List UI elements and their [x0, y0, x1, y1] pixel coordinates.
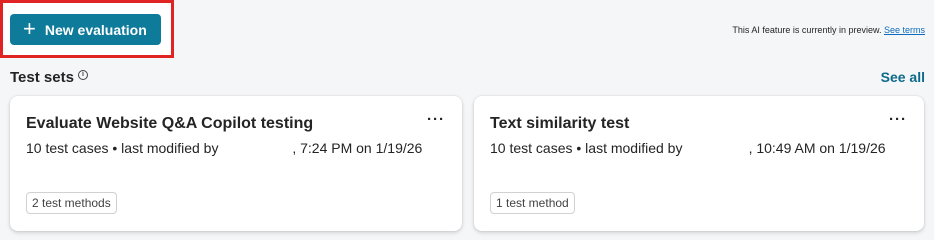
see-all-link[interactable]: See all [881, 69, 925, 85]
new-evaluation-label: New evaluation [44, 21, 147, 38]
preview-notice: This AI feature is currently in preview.… [732, 25, 925, 35]
info-icon[interactable]: i [77, 69, 88, 80]
card-subtitle: 10 test cases • last modified by , 10:49… [490, 140, 886, 156]
section-heading: Test sets i [10, 69, 88, 86]
test-methods-badge: 2 test methods [26, 192, 117, 214]
card-title: Text similarity test [490, 115, 630, 132]
card-title: Evaluate Website Q&A Copilot testing [26, 115, 314, 132]
card-subtitle: 10 test cases • last modified by , 7:24 … [26, 140, 423, 156]
see-terms-link[interactable]: See terms [884, 25, 925, 35]
plus-icon: + [23, 15, 36, 41]
more-options-icon[interactable]: ··· [427, 111, 445, 128]
test-set-card[interactable]: Text similarity test 10 test cases • las… [474, 96, 924, 231]
preview-text: This AI feature is currently in preview. [732, 25, 882, 35]
test-set-card[interactable]: Evaluate Website Q&A Copilot testing 10 … [10, 96, 462, 231]
section-title: Test sets [10, 69, 74, 86]
test-methods-badge: 1 test method [490, 192, 575, 214]
new-evaluation-button[interactable]: + New evaluation [10, 14, 161, 45]
more-options-icon[interactable]: ··· [889, 111, 907, 128]
